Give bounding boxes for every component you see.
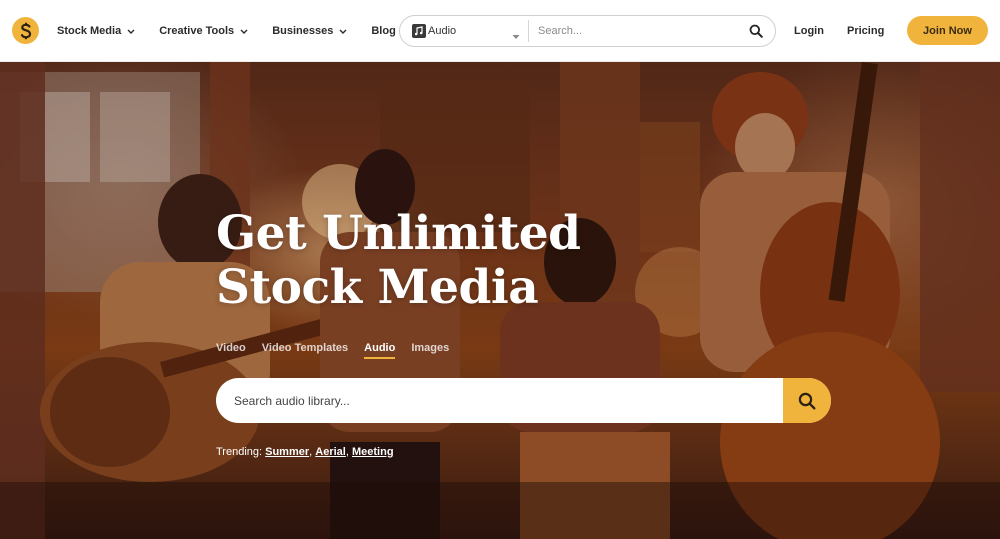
tab-audio[interactable]: Audio [364,342,396,359]
tab-video-templates[interactable]: Video Templates [262,342,348,359]
media-tabs: Video Video Templates Audio Images [216,342,465,359]
menu-label: Creative Tools [159,25,235,37]
menu-stock-media[interactable]: Stock Media [57,25,135,37]
main-menu: Stock Media Creative Tools Businesses Bl… [57,0,420,62]
chevron-down-icon [127,29,135,34]
header-search-input[interactable] [538,25,738,37]
tab-video[interactable]: Video [216,342,246,359]
tab-images[interactable]: Images [411,342,449,359]
top-navigation: Stock Media Creative Tools Businesses Bl… [0,0,1000,62]
chevron-down-icon [240,29,248,34]
trending-label: Trending: [216,446,263,458]
trending-link-meeting[interactable]: Meeting [352,446,394,458]
trending-separator: , [345,446,349,458]
menu-creative-tools[interactable]: Creative Tools [159,25,248,37]
chevron-down-icon [339,29,347,34]
media-type-select[interactable]: Audio [400,20,529,42]
trending-link-aerial[interactable]: Aerial [315,446,346,458]
headline-line-1: Get Unlimited [216,206,581,261]
menu-label: Businesses [272,25,334,37]
hero-search-button[interactable] [783,378,831,423]
caret-down-icon [512,27,520,45]
hero-headline: Get Unlimited Stock Media [216,207,646,315]
trending-row: Trending: Summer, Aerial, Meeting [216,446,394,458]
hero-content: Get Unlimited Stock Media Video Video Te… [0,62,1000,539]
join-now-button[interactable]: Join Now [907,16,988,45]
search-icon [798,392,816,409]
menu-label: Stock Media [57,25,122,37]
media-type-value: Audio [428,25,457,37]
hero-search-bar [216,378,831,423]
headline-line-2: Stock Media [216,260,539,315]
header-search-bar: Audio [399,15,776,47]
audio-library-search-input[interactable] [234,393,754,408]
dollar-s-icon [20,22,31,39]
audio-icon [412,24,426,38]
search-icon[interactable] [749,24,763,38]
trending-separator: , [309,446,313,458]
pricing-link[interactable]: Pricing [847,0,884,62]
menu-label: Blog [371,25,396,37]
trending-link-summer[interactable]: Summer [265,446,309,458]
hero-section: Get Unlimited Stock Media Video Video Te… [0,62,1000,539]
logo[interactable] [12,17,39,44]
menu-businesses[interactable]: Businesses [272,25,347,37]
login-link[interactable]: Login [794,0,824,62]
menu-blog[interactable]: Blog [371,25,395,37]
